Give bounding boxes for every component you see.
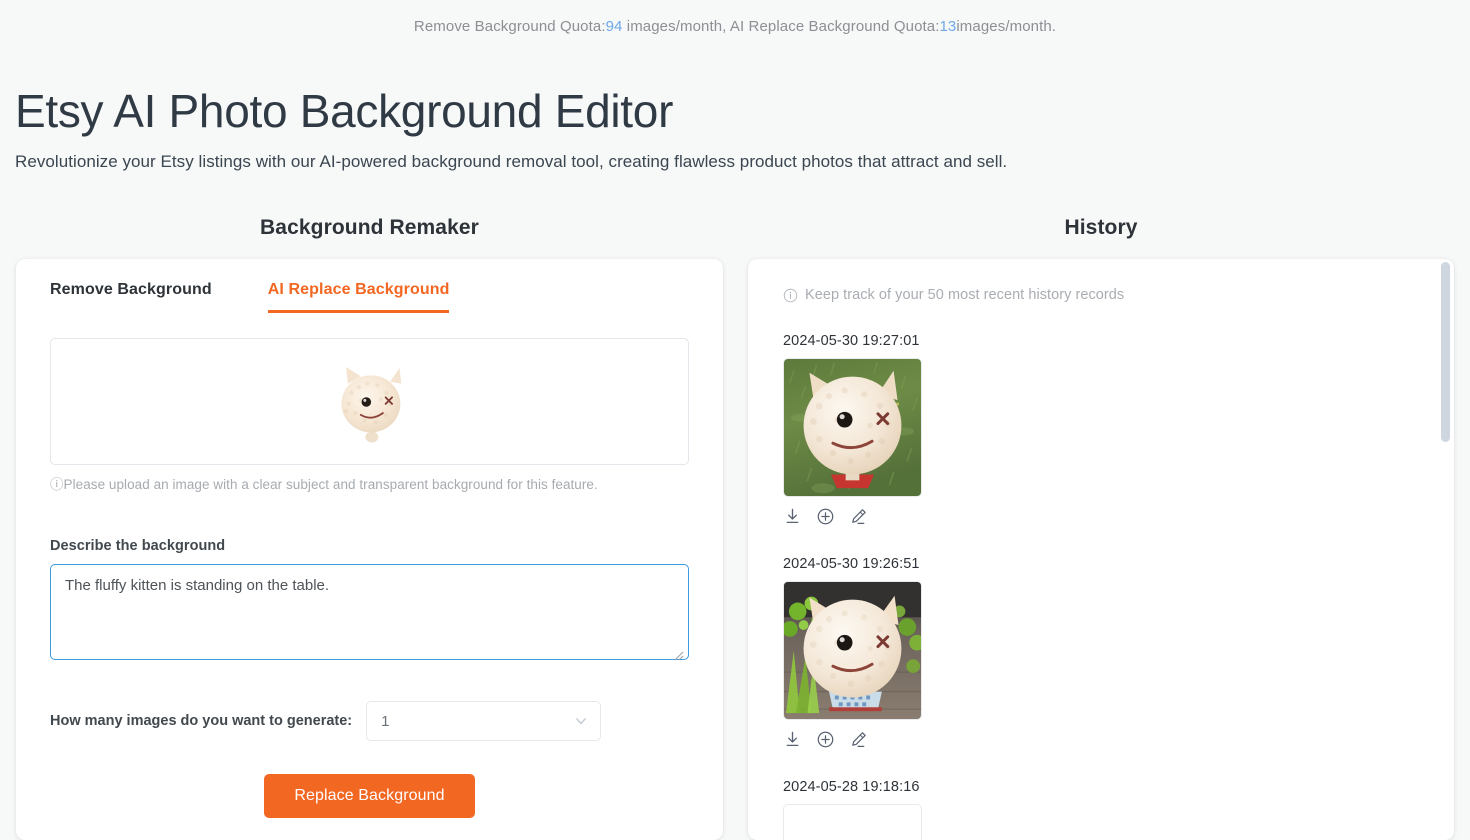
- replace-background-panel: ⓘPlease upload an image with a clear sub…: [16, 338, 723, 818]
- list-item: 2024-05-28 19:18:16: [783, 779, 1454, 840]
- plus-circle-icon[interactable]: [816, 730, 835, 749]
- history-heading: History: [1064, 216, 1138, 239]
- history-note: Keep track of your 50 most recent histor…: [783, 287, 1454, 303]
- history-note-text: Keep track of your 50 most recent histor…: [805, 287, 1125, 303]
- history-actions: [783, 507, 1454, 526]
- background-remaker-column: Background Remaker Remove Background AI …: [16, 200, 723, 840]
- remove-quota-label: Remove Background Quota:: [413, 18, 606, 35]
- page-subtitle: Revolutionize your Etsy listings with ou…: [15, 152, 1008, 172]
- image-count-label: How many images do you want to generate:: [50, 713, 353, 729]
- info-circle-icon: [783, 288, 798, 302]
- remove-quota-unit: images/month,: [622, 18, 730, 35]
- tab-remove-background[interactable]: Remove Background: [50, 281, 212, 313]
- edit-pencil-icon[interactable]: [849, 507, 868, 526]
- history-card: Keep track of your 50 most recent histor…: [748, 259, 1454, 840]
- history-timestamp: 2024-05-30 19:26:51: [783, 556, 920, 572]
- tab-bar: Remove Background AI Replace Background: [16, 259, 723, 313]
- quota-banner: Remove Background Quota:94 images/month,…: [0, 0, 1470, 35]
- history-column: History Keep track of your 50 most recen…: [748, 200, 1454, 840]
- history-scrollbar-thumb[interactable]: [1441, 262, 1450, 442]
- image-count-value: 1: [381, 712, 390, 730]
- describe-textarea-wrap: [50, 564, 689, 665]
- hero-section: Etsy AI Photo Background Editor Revoluti…: [0, 35, 1470, 172]
- replace-background-button[interactable]: Replace Background: [264, 774, 475, 818]
- history-list: Keep track of your 50 most recent histor…: [748, 259, 1454, 840]
- replace-quota-value: 13: [939, 18, 957, 35]
- edit-pencil-icon[interactable]: [849, 730, 868, 749]
- plus-circle-icon[interactable]: [816, 507, 835, 526]
- replace-quota-label: AI Replace Background Quota:: [729, 18, 940, 35]
- image-count-select[interactable]: 1: [366, 701, 602, 741]
- background-remaker-heading: Background Remaker: [260, 216, 479, 239]
- app-root: Remove Background Quota:94 images/month,…: [0, 0, 1470, 840]
- history-timestamp: 2024-05-30 19:27:01: [783, 333, 920, 349]
- describe-background-input[interactable]: [50, 564, 689, 660]
- history-actions: [783, 730, 1454, 749]
- history-image-grass: [784, 359, 921, 496]
- download-icon[interactable]: [783, 730, 802, 749]
- submit-row: Replace Background: [50, 774, 689, 818]
- list-item: 2024-05-30 19:27:01: [783, 333, 1454, 526]
- image-upload-dropzone[interactable]: [50, 338, 689, 465]
- list-item: 2024-05-30 19:26:51: [783, 556, 1454, 749]
- history-image-table: [784, 582, 921, 719]
- upload-hint: ⓘPlease upload an image with a clear sub…: [50, 477, 598, 492]
- uploaded-image-preview: [340, 366, 401, 442]
- replace-quota-unit: images/month.: [956, 18, 1057, 35]
- history-thumbnail[interactable]: [783, 804, 922, 840]
- history-thumbnail[interactable]: [783, 581, 922, 720]
- background-remaker-card: Remove Background AI Replace Background: [16, 259, 723, 840]
- page-title: Etsy AI Photo Background Editor: [15, 85, 674, 137]
- remove-quota-value: 94: [605, 18, 623, 35]
- image-count-row: How many images do you want to generate:…: [50, 701, 689, 741]
- history-scrollbar[interactable]: [1441, 262, 1450, 837]
- describe-background-label: Describe the background: [50, 538, 226, 554]
- chevron-down-icon: [576, 718, 586, 725]
- tab-ai-replace-background[interactable]: AI Replace Background: [267, 281, 450, 313]
- download-icon[interactable]: [783, 507, 802, 526]
- history-thumbnail[interactable]: [783, 358, 922, 497]
- main-columns: Background Remaker Remove Background AI …: [0, 200, 1470, 840]
- history-timestamp: 2024-05-28 19:18:16: [783, 779, 920, 795]
